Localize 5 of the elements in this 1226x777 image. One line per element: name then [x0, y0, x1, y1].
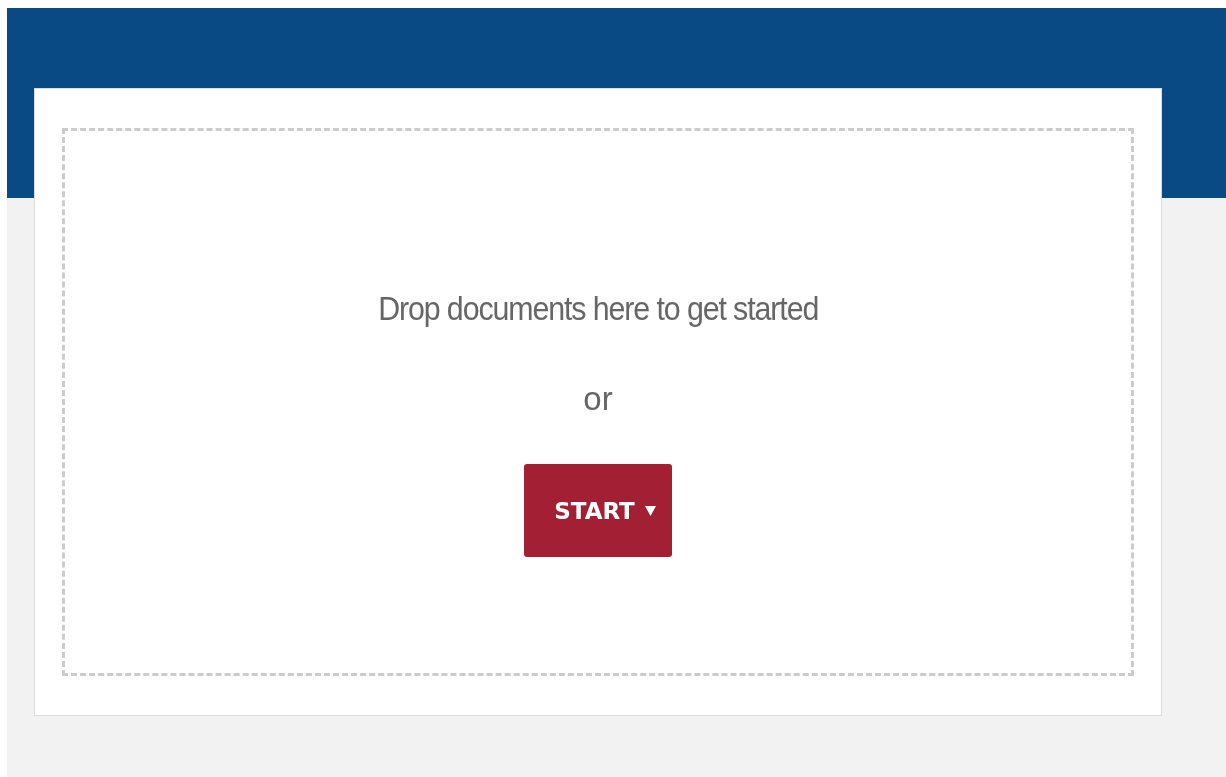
caret-icon	[644, 505, 656, 516]
drop-prompt: Drop documents here to get started	[377, 289, 818, 329]
drop-zone[interactable]: Drop documents here to get started or START	[62, 128, 1134, 676]
start-button[interactable]: START	[524, 464, 672, 557]
or-separator: or	[583, 379, 613, 419]
